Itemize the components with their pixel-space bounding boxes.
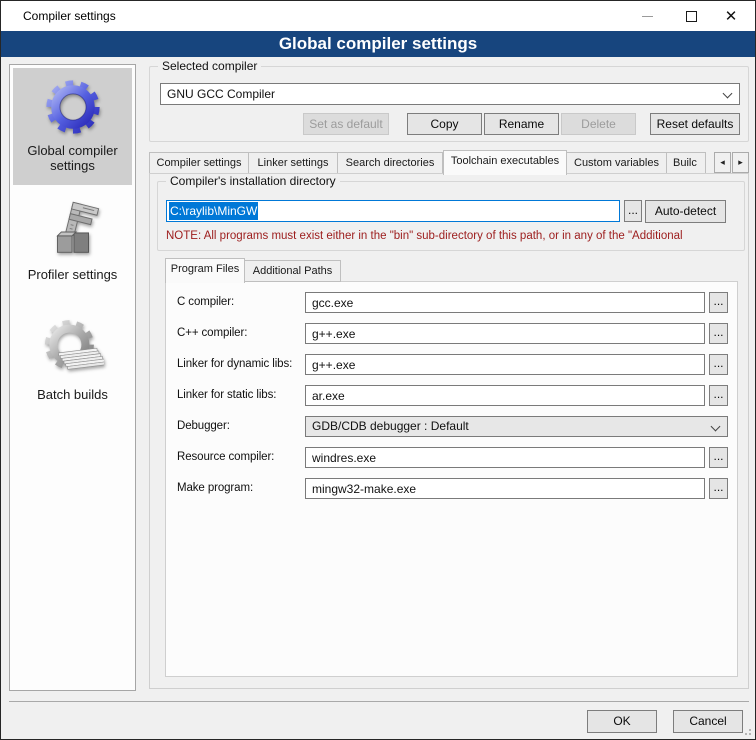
resize-grip-icon[interactable] — [743, 727, 751, 735]
c-compiler-label: C compiler: — [177, 296, 234, 308]
copy-button[interactable]: Copy — [407, 113, 482, 135]
install-dir-input[interactable]: C:\raylib\MinGW — [166, 200, 620, 222]
cancel-button[interactable]: Cancel — [673, 710, 743, 733]
form-row-static-linker: Linker for static libs: ... — [166, 385, 737, 407]
tab-scroll-left-button[interactable]: ◂ — [714, 152, 731, 173]
tab-custom-variables[interactable]: Custom variables — [567, 152, 667, 174]
program-files-panel: C compiler: ... C++ compiler: ... Linker… — [165, 281, 738, 677]
minimize-icon — [642, 16, 653, 17]
close-button[interactable]: ✕ — [711, 1, 751, 31]
gear-batch-icon — [42, 320, 104, 382]
reset-defaults-button[interactable]: Reset defaults — [650, 113, 740, 135]
sidebar-item-global-compiler-settings[interactable]: Global compiler settings — [13, 68, 132, 185]
arrow-left-icon: ◂ — [720, 157, 725, 167]
maximize-button[interactable] — [671, 1, 711, 31]
sidebar-item-label: Global compiler settings — [13, 143, 132, 173]
form-row-make-program: Make program: ... — [166, 478, 737, 500]
tab-scroll-right-button[interactable]: ▸ — [732, 152, 749, 173]
sidebar-item-label: Batch builds — [13, 387, 132, 402]
compiler-settings-window: Compiler settings ✕ Global compiler sett… — [0, 0, 756, 740]
resource-compiler-browse-button[interactable]: ... — [709, 447, 728, 468]
window-title: Compiler settings — [23, 9, 116, 23]
make-program-browse-button[interactable]: ... — [709, 478, 728, 499]
installation-directory-group: Compiler's installation directory C:\ray… — [157, 181, 745, 251]
chevron-down-icon — [723, 89, 733, 99]
tab-linker-settings[interactable]: Linker settings — [249, 152, 338, 174]
program-files-tabstrip: Program Files Additional Paths — [165, 259, 341, 282]
selected-compiler-group: Selected compiler GNU GCC Compiler Set a… — [149, 66, 749, 142]
form-row-dynamic-linker: Linker for dynamic libs: ... — [166, 354, 737, 376]
tab-toolchain-executables[interactable]: Toolchain executables — [443, 150, 567, 175]
cpp-compiler-input[interactable] — [305, 323, 705, 344]
dynamic-linker-browse-button[interactable]: ... — [709, 354, 728, 375]
sidebar-item-label: Profiler settings — [13, 267, 132, 282]
selected-compiler-group-label: Selected compiler — [158, 59, 261, 73]
form-row-cpp-compiler: C++ compiler: ... — [166, 323, 737, 345]
compiler-select[interactable]: GNU GCC Compiler — [160, 83, 740, 105]
resource-compiler-label: Resource compiler: — [177, 451, 274, 463]
form-row-c-compiler: C compiler: ... — [166, 292, 737, 314]
static-linker-label: Linker for static libs: — [177, 389, 276, 401]
static-linker-input[interactable] — [305, 385, 705, 406]
form-row-resource-compiler: Resource compiler: ... — [166, 447, 737, 469]
resource-compiler-input[interactable] — [305, 447, 705, 468]
titlebar: Compiler settings ✕ — [1, 1, 755, 31]
caliper-icon — [42, 200, 104, 262]
form-row-debugger: Debugger: GDB/CDB debugger : Default — [166, 416, 737, 438]
delete-button[interactable]: Delete — [561, 113, 636, 135]
maximize-icon — [686, 11, 697, 22]
make-program-label: Make program: — [177, 482, 253, 494]
set-as-default-button[interactable]: Set as default — [303, 113, 389, 135]
subtab-additional-paths[interactable]: Additional Paths — [245, 260, 341, 282]
dynamic-linker-label: Linker for dynamic libs: — [177, 358, 292, 370]
dynamic-linker-input[interactable] — [305, 354, 705, 375]
settings-tabstrip: Compiler settings Linker settings Search… — [149, 151, 749, 174]
install-dir-selected-text: C:\raylib\MinGW — [169, 202, 258, 220]
sidebar-item-batch-builds[interactable]: Batch builds — [13, 312, 132, 424]
compiler-select-value: GNU GCC Compiler — [167, 87, 275, 101]
subtab-program-files[interactable]: Program Files — [165, 258, 245, 283]
cpp-compiler-browse-button[interactable]: ... — [709, 323, 728, 344]
auto-detect-button[interactable]: Auto-detect — [645, 200, 726, 223]
make-program-input[interactable] — [305, 478, 705, 499]
tab-search-directories[interactable]: Search directories — [338, 152, 443, 174]
dialog-header: Global compiler settings — [1, 31, 755, 57]
bin-subdirectory-note: NOTE: All programs must exist either in … — [166, 230, 742, 242]
installation-directory-group-label: Compiler's installation directory — [166, 174, 340, 188]
minimize-button[interactable] — [627, 1, 667, 31]
c-compiler-input[interactable] — [305, 292, 705, 313]
arrow-right-icon: ▸ — [738, 157, 743, 167]
browse-install-dir-button[interactable]: ... — [624, 200, 642, 222]
gear-blue-icon — [42, 76, 104, 138]
footer-divider — [9, 701, 749, 702]
tab-compiler-settings[interactable]: Compiler settings — [149, 152, 249, 174]
close-icon: ✕ — [725, 7, 738, 25]
debugger-select-value: GDB/CDB debugger : Default — [312, 419, 469, 433]
ok-button[interactable]: OK — [587, 710, 657, 733]
c-compiler-browse-button[interactable]: ... — [709, 292, 728, 313]
sidebar-item-profiler-settings[interactable]: Profiler settings — [13, 192, 132, 304]
cpp-compiler-label: C++ compiler: — [177, 327, 247, 339]
settings-sidebar: Global compiler settings Profiler settin… — [9, 64, 136, 691]
debugger-label: Debugger: — [177, 420, 230, 432]
debugger-select[interactable]: GDB/CDB debugger : Default — [305, 416, 728, 437]
tab-build-options-clipped[interactable]: Builc — [667, 152, 706, 174]
rename-button[interactable]: Rename — [484, 113, 559, 135]
static-linker-browse-button[interactable]: ... — [709, 385, 728, 406]
chevron-down-icon — [711, 422, 721, 432]
